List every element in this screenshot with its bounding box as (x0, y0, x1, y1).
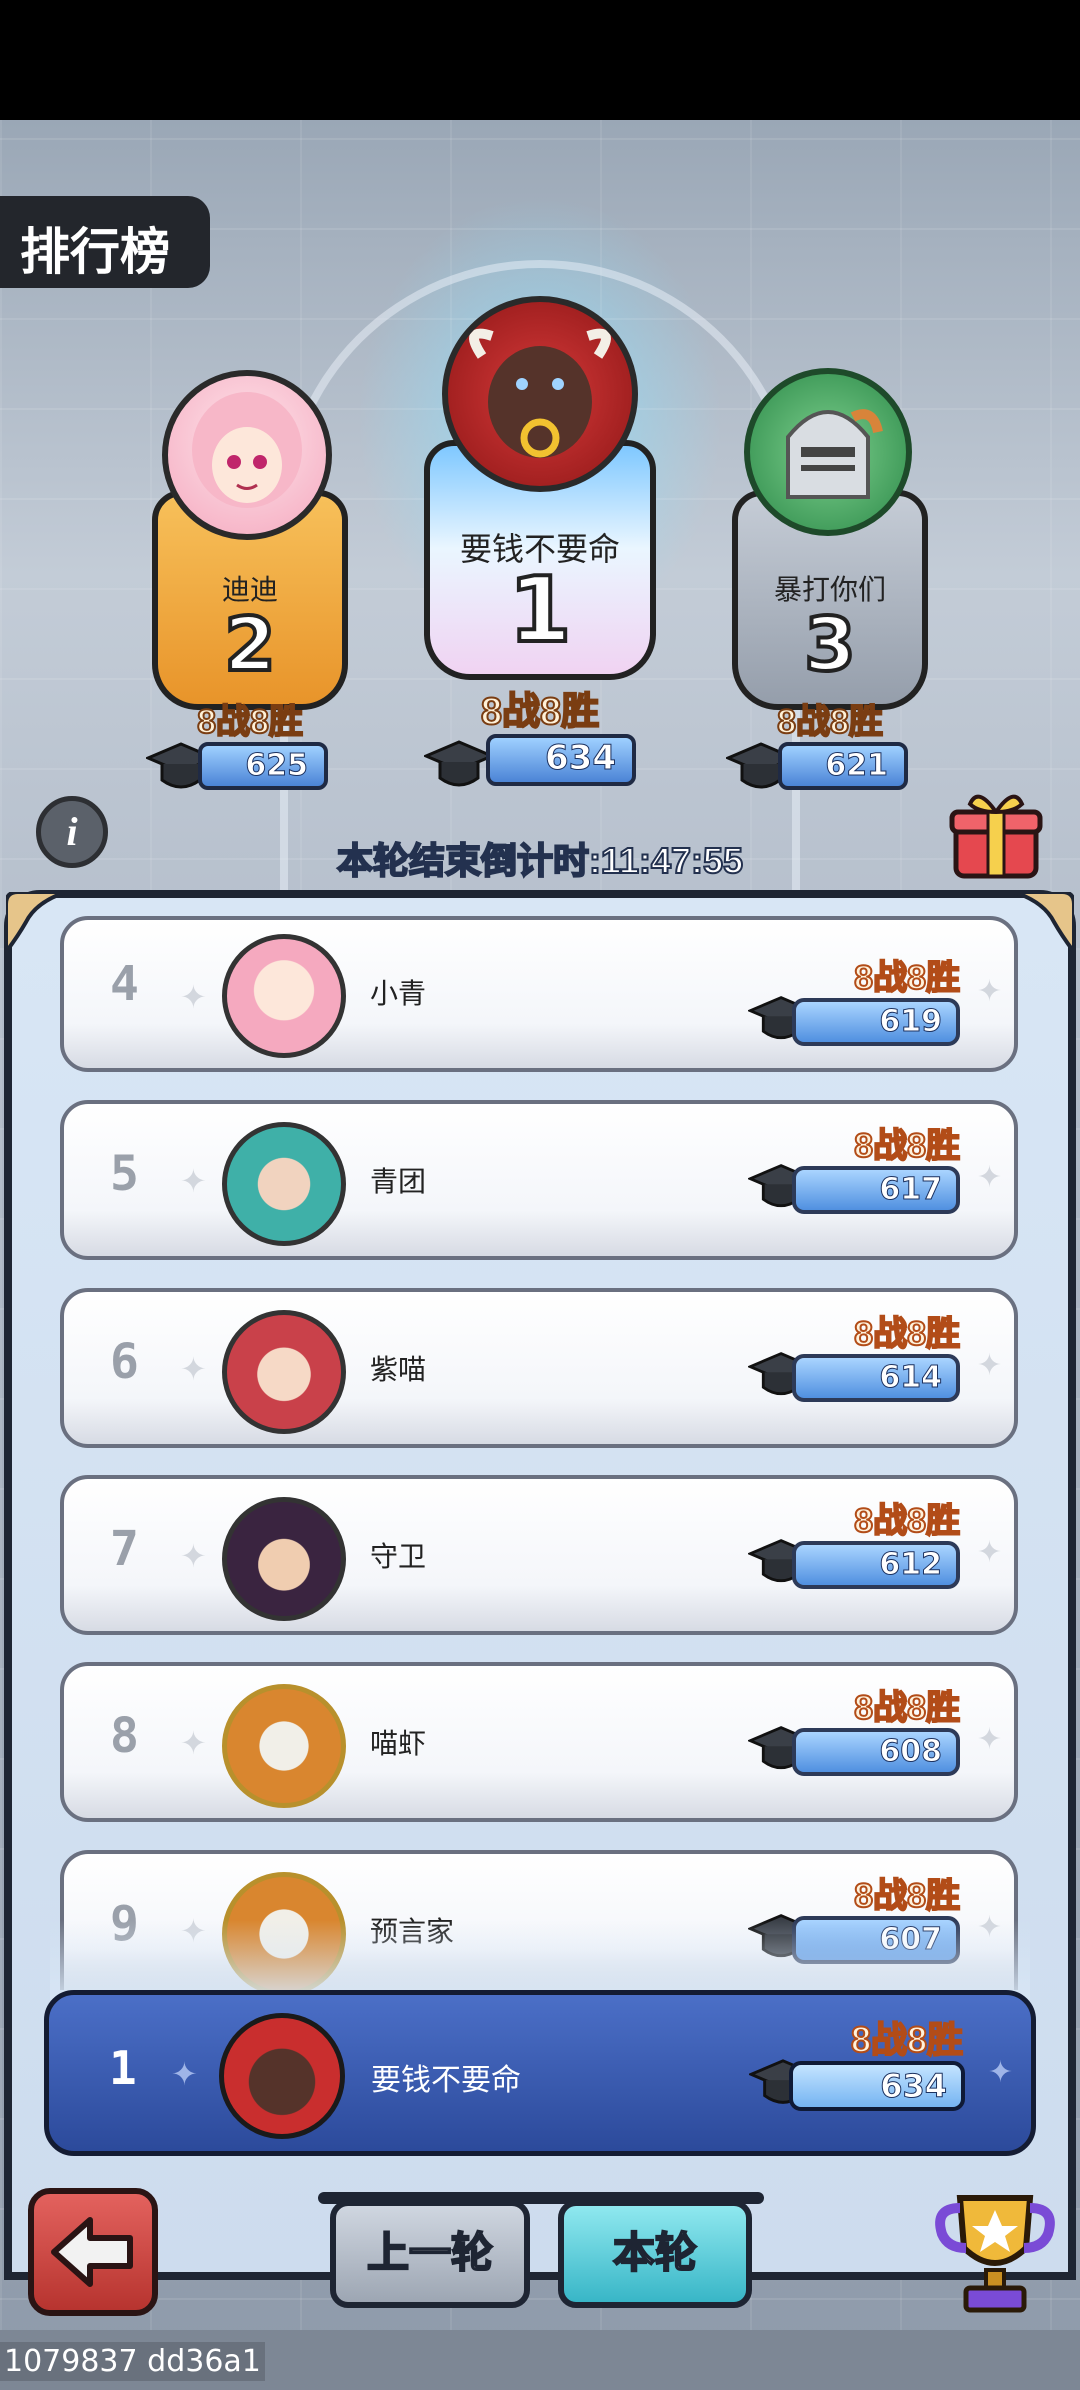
player-record: 8战8胜 (853, 958, 961, 998)
list-item[interactable]: 7 ✦ 守卫 8战8胜 612 ✦ (60, 1475, 1018, 1635)
red-hair-elf-avatar-icon (222, 1310, 346, 1434)
list-item[interactable]: 5 ✦ 青团 8战8胜 617 ✦ (60, 1100, 1018, 1260)
tab-previous-round[interactable]: 上一轮 (330, 2200, 530, 2308)
sparkle-icon: ✦ (976, 1722, 1002, 1757)
dark-hair-guard-avatar-icon (222, 1497, 346, 1621)
list-item[interactable]: 4 ✦ 小青 8战8胜 619 ✦ (60, 916, 1018, 1072)
rank-number: 8 (110, 1708, 139, 1764)
player-record: 8战8胜 (850, 2018, 964, 2061)
sparkle-icon: ✦ (180, 1350, 207, 1388)
page-title: 排行榜 (20, 224, 170, 280)
player-score: 608 (792, 1728, 960, 1776)
podium-rank-number: 3 (802, 600, 858, 690)
sparkle-icon: ✦ (976, 1160, 1002, 1195)
sparkle-icon: ✦ (976, 1535, 1002, 1570)
rank-number: 4 (110, 956, 139, 1012)
sparkle-icon: ✦ (180, 978, 207, 1016)
sparkle-icon: ✦ (180, 1537, 207, 1575)
player-record: 8战8胜 (853, 1314, 961, 1354)
red-bull-avatar-icon (219, 2013, 345, 2139)
podium-rank-number: 2 (222, 600, 278, 690)
player-score: 619 (792, 998, 960, 1046)
rank-number: 6 (110, 1334, 139, 1390)
rank-number: 5 (110, 1146, 139, 1202)
podium-record: 8战8胜 (776, 702, 884, 742)
player-score: 617 (792, 1166, 960, 1214)
tiger-avatar-icon (222, 1684, 346, 1808)
trophy-icon[interactable] (930, 2178, 1060, 2318)
tab-current-round[interactable]: 本轮 (558, 2200, 752, 2308)
list-item[interactable]: 6 ✦ 紫喵 8战8胜 614 ✦ (60, 1288, 1018, 1448)
sparkle-icon: ✦ (976, 1348, 1002, 1383)
player-name: 守卫 (370, 1541, 427, 1572)
sparkle-icon: ✦ (171, 2055, 198, 2093)
sparkle-icon: ✦ (180, 1724, 207, 1762)
sparkle-icon: ✦ (976, 974, 1002, 1009)
podium-rank-3[interactable]: 暴打你们 3 8战8胜 621 (726, 362, 930, 802)
podium-record: 8战8胜 (480, 690, 600, 734)
podium-rank-1[interactable]: 要钱不要命 1 8战8胜 634 (420, 290, 660, 800)
podium-score: 634 (486, 734, 636, 786)
player-name: 喵虾 (370, 1728, 427, 1759)
sparkle-icon: ✦ (180, 1162, 207, 1200)
list-item[interactable]: 8 ✦ 喵虾 8战8胜 608 ✦ (60, 1662, 1018, 1822)
player-record: 8战8胜 (853, 1876, 961, 1916)
round-countdown: 本轮结束倒计时:11:47:55 (336, 839, 744, 882)
player-name: 紫喵 (370, 1354, 427, 1385)
title-tab: 排行榜 (0, 196, 210, 288)
corner-ornament-right (1014, 892, 1074, 952)
graduation-cap-icon (424, 740, 494, 787)
my-rank-row[interactable]: 1 ✦ 要钱不要命 8战8胜 634 ✦ (44, 1990, 1036, 2156)
pink-hair-girl-avatar-icon (222, 934, 346, 1058)
back-arrow-icon (51, 2217, 133, 2287)
podium-score: 625 (198, 742, 328, 790)
player-name: 要钱不要命 (371, 2064, 521, 2097)
player-score: 612 (792, 1541, 960, 1589)
red-bull-avatar-icon (442, 296, 638, 492)
player-name: 青团 (370, 1166, 427, 1197)
player-record: 8战8胜 (853, 1501, 961, 1541)
corner-ornament-left (6, 892, 66, 952)
player-name: 小青 (370, 978, 427, 1009)
podium-score: 621 (778, 742, 908, 790)
back-button[interactable] (28, 2188, 158, 2316)
list-fade (50, 1920, 1030, 2000)
podium-rank-2[interactable]: 迪迪 2 8战8胜 625 (146, 340, 350, 800)
teal-hair-woman-avatar-icon (222, 1122, 346, 1246)
rank-number: 7 (110, 1521, 139, 1577)
version-label: 1079837 dd36a1 (0, 2342, 265, 2381)
player-score: 634 (789, 2061, 965, 2111)
player-score: 614 (792, 1354, 960, 1402)
pink-hair-girl-avatar-icon (162, 370, 332, 540)
player-record: 8战8胜 (853, 1126, 961, 1166)
podium-rank-number: 1 (507, 556, 574, 665)
knight-helmet-avatar-icon (744, 368, 912, 536)
rank-number: 1 (109, 2041, 137, 2095)
podium-record: 8战8胜 (196, 702, 304, 742)
status-bar (0, 0, 1080, 120)
player-record: 8战8胜 (853, 1688, 961, 1728)
sparkle-icon: ✦ (987, 2055, 1013, 2090)
